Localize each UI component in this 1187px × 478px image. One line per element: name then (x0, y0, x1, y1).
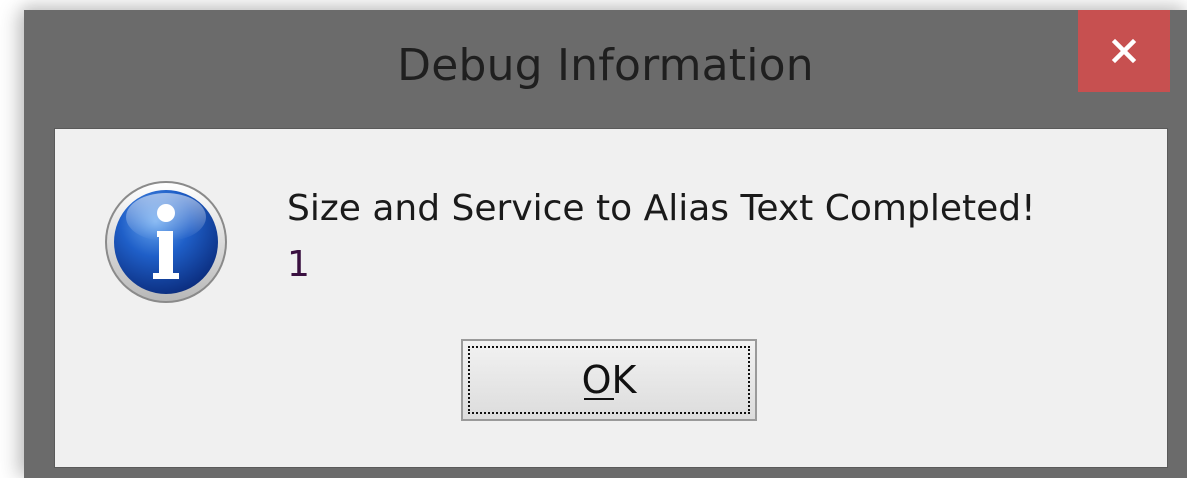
message-line-1: Size and Service to Alias Text Completed… (287, 188, 1036, 229)
dialog-body: Size and Service to Alias Text Completed… (54, 128, 1168, 468)
window-title: Debug Information (397, 40, 814, 91)
ok-label-text: OK (581, 358, 637, 402)
information-icon (105, 181, 227, 303)
message-text: Size and Service to Alias Text Completed… (287, 181, 1036, 293)
message-line-2: 1 (287, 244, 310, 285)
ok-button[interactable]: OK (461, 339, 757, 421)
ok-button-label: OK (582, 358, 637, 402)
close-icon (1111, 38, 1137, 64)
dialog-window: Debug Information Size and Service to Al… (24, 10, 1187, 478)
mnemonic-underline (583, 398, 614, 400)
close-button[interactable] (1078, 10, 1170, 92)
title-bar[interactable]: Debug Information (24, 10, 1187, 128)
